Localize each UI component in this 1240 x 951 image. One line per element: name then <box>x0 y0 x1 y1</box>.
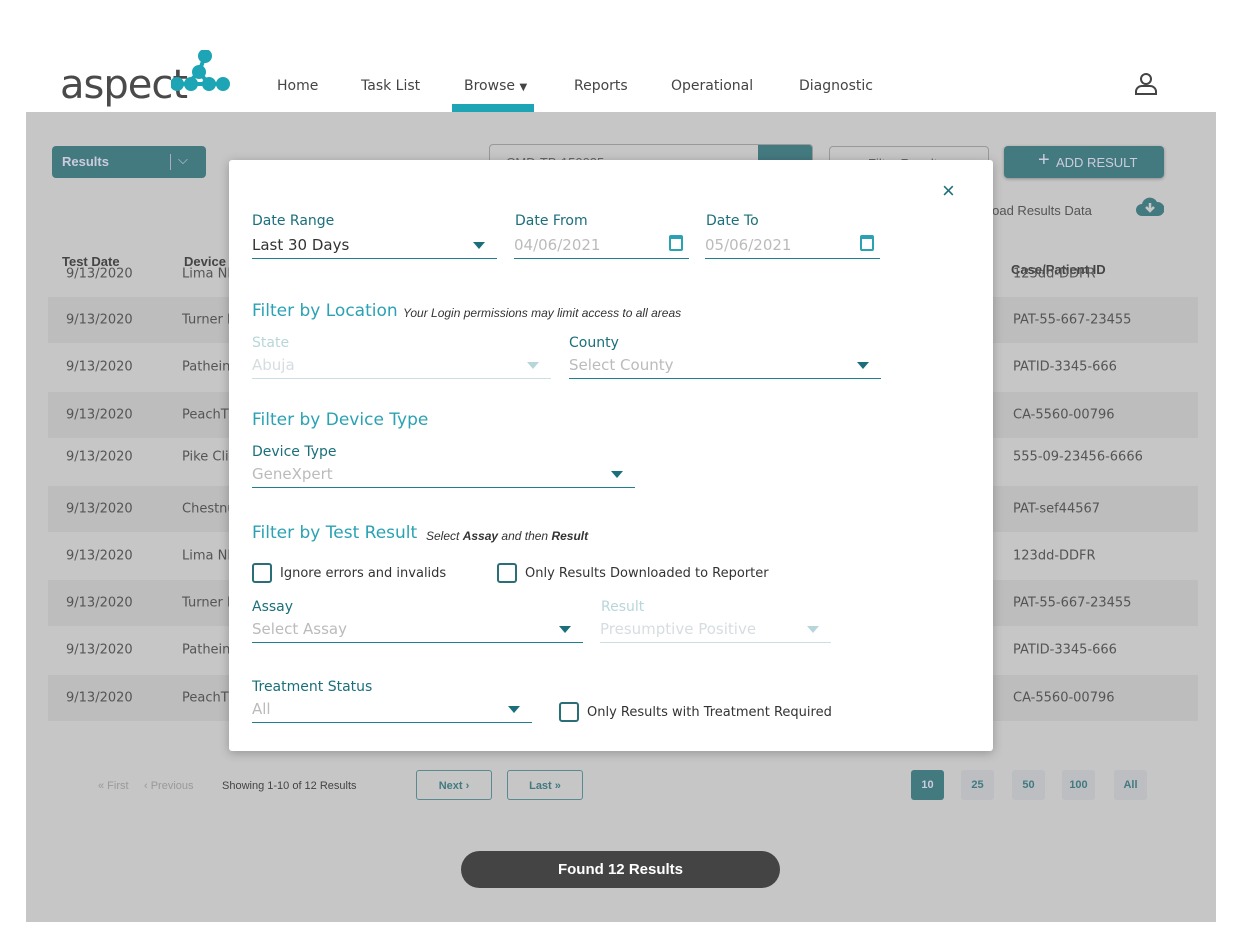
logo-mark-icon <box>171 50 230 91</box>
first-link[interactable]: « First <box>98 780 129 792</box>
caret-down-icon <box>508 706 520 713</box>
cell-test-date: 9/13/2020 <box>66 642 133 658</box>
cell-test-date: 9/13/2020 <box>66 548 133 564</box>
date-from-label: Date From <box>515 213 588 229</box>
nav-active-indicator <box>452 104 534 112</box>
cell-test-date: 9/13/2020 <box>66 690 133 706</box>
test-result-heading: Filter by Test Result <box>252 523 418 543</box>
cell-case-id: 555-09-23456-6666 <box>1013 449 1143 465</box>
cell-device: Turner I <box>182 312 231 328</box>
cell-device: Lima NI <box>182 266 232 282</box>
cell-test-date: 9/13/2020 <box>66 407 133 423</box>
treatment-status-select[interactable]: All <box>252 697 532 723</box>
cell-device: PeachT <box>182 407 229 423</box>
nav-diagnostic[interactable]: Diagnostic <box>799 78 873 94</box>
results-toast: Found 12 Results <box>461 851 780 888</box>
date-range-select[interactable]: Last 30 Days <box>252 233 497 259</box>
state-select[interactable]: Abuja <box>252 353 551 379</box>
caret-down-icon <box>559 626 571 633</box>
chevron-down-icon: ⌵ <box>178 152 188 167</box>
page-size-100[interactable]: 100 <box>1062 770 1095 800</box>
device-type-select[interactable]: GeneXpert <box>252 462 635 488</box>
last-button[interactable]: Last » <box>507 770 583 800</box>
filter-modal: × Date Range Last 30 Days Date From 04/0… <box>229 160 993 751</box>
cell-test-date: 9/13/2020 <box>66 266 133 282</box>
cell-case-id: 123dd-DDFR <box>1013 548 1096 564</box>
date-to-label: Date To <box>706 213 759 229</box>
calendar-icon[interactable] <box>860 235 874 251</box>
downloaded-label: Only Results Downloaded to Reporter <box>525 566 769 581</box>
caret-down-icon: ▼ <box>519 82 528 93</box>
nav-task-list[interactable]: Task List <box>361 78 420 94</box>
test-result-note: Select Assay and then Result <box>426 529 589 543</box>
location-heading: Filter by Location <box>252 301 398 321</box>
nav-operational[interactable]: Operational <box>671 78 753 94</box>
cell-device: Chestnu <box>182 501 236 517</box>
view-select[interactable]: Results ⌵ <box>52 146 206 178</box>
cell-test-date: 9/13/2020 <box>66 359 133 375</box>
cell-device: Turner I <box>182 595 231 611</box>
treatment-required-label: Only Results with Treatment Required <box>587 705 832 720</box>
date-to-input[interactable]: 05/06/2021 <box>705 233 880 259</box>
date-from-input[interactable]: 04/06/2021 <box>514 233 689 259</box>
user-icon[interactable] <box>1134 72 1158 96</box>
logo[interactable]: aspect <box>60 50 230 108</box>
cell-device: Pike Cli <box>182 449 229 465</box>
caret-down-icon <box>473 242 485 249</box>
cell-case-id: PATID-3345-666 <box>1013 642 1117 658</box>
cell-test-date: 9/13/2020 <box>66 312 133 328</box>
page-size-50[interactable]: 50 <box>1012 770 1045 800</box>
location-note: Your Login permissions may limit access … <box>403 306 682 320</box>
result-select[interactable]: Presumptive Positive <box>600 617 831 643</box>
close-icon[interactable]: × <box>942 178 955 204</box>
cell-device: Pathein <box>182 642 231 658</box>
next-button[interactable]: Next › <box>416 770 492 800</box>
cell-case-id: CA-5560-00796 <box>1013 690 1115 706</box>
page-size-all[interactable]: All <box>1114 770 1147 800</box>
page-size-10[interactable]: 10 <box>911 770 944 800</box>
cell-case-id: PATID-3345-666 <box>1013 359 1117 375</box>
device-heading: Filter by Device Type <box>252 410 429 430</box>
ignore-errors-checkbox[interactable] <box>252 563 272 583</box>
state-label: State <box>252 335 290 351</box>
county-label: County <box>569 335 619 351</box>
caret-down-icon <box>527 362 539 369</box>
cell-test-date: 9/13/2020 <box>66 595 133 611</box>
assay-label: Assay <box>252 599 294 615</box>
cell-device: PeachT <box>182 690 229 706</box>
cell-device: Pathein <box>182 359 231 375</box>
cell-case-id: 123dd-DDFR <box>1013 266 1096 282</box>
cell-case-id: PAT-sef44567 <box>1013 501 1101 517</box>
assay-select[interactable]: Select Assay <box>252 617 583 643</box>
cell-case-id: CA-5560-00796 <box>1013 407 1115 423</box>
caret-down-icon <box>857 362 869 369</box>
county-select[interactable]: Select County <box>569 353 881 379</box>
plus-icon: + <box>1038 149 1050 171</box>
cell-test-date: 9/13/2020 <box>66 449 133 465</box>
cell-device: Lima NI <box>182 548 232 564</box>
showing-count: Showing 1-10 of 12 Results <box>222 780 357 792</box>
previous-link[interactable]: ‹ Previous <box>144 780 194 792</box>
treatment-required-checkbox[interactable] <box>559 702 579 722</box>
caret-down-icon <box>807 626 819 633</box>
cell-test-date: 9/13/2020 <box>66 501 133 517</box>
cell-case-id: PAT-55-667-23455 <box>1013 312 1132 328</box>
nav-reports[interactable]: Reports <box>574 78 628 94</box>
treatment-status-label: Treatment Status <box>252 679 373 695</box>
nav-home[interactable]: Home <box>277 78 318 94</box>
date-range-label: Date Range <box>252 213 335 229</box>
ignore-errors-label: Ignore errors and invalids <box>280 566 447 581</box>
cell-case-id: PAT-55-667-23455 <box>1013 595 1132 611</box>
calendar-icon[interactable] <box>669 235 683 251</box>
result-label: Result <box>601 599 645 615</box>
add-result-button[interactable]: ADD RESULT + <box>1004 146 1164 178</box>
cloud-download-icon[interactable] <box>1136 196 1164 218</box>
downloaded-checkbox[interactable] <box>497 563 517 583</box>
nav-browse[interactable]: Browse ▼ <box>464 78 527 94</box>
page-size-25[interactable]: 25 <box>961 770 994 800</box>
device-type-label: Device Type <box>252 444 337 460</box>
caret-down-icon <box>611 471 623 478</box>
